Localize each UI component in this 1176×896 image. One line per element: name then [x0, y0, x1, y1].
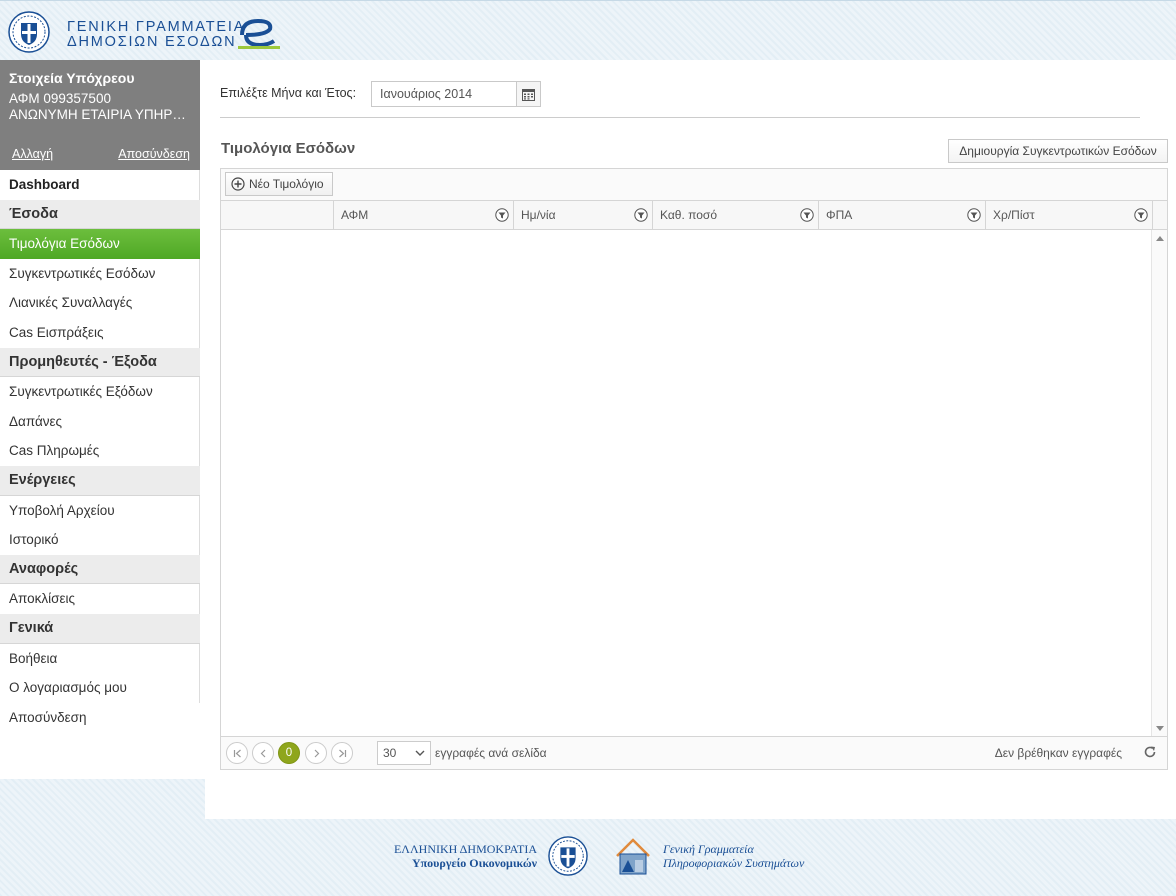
sidebar-item-income-invoices[interactable]: Τιμολόγια Εσόδων — [0, 229, 200, 259]
column-header-scroll-spacer — [1152, 201, 1167, 229]
main-content: Επιλέξτε Μήνα και Έτος: Τιμολόγια Εσόδων… — [200, 60, 1176, 779]
filter-icon[interactable] — [967, 208, 981, 222]
greek-emblem-icon — [548, 836, 588, 876]
last-page-icon — [338, 749, 346, 757]
sidebar-item-expenses[interactable]: Δαπάνες — [0, 406, 200, 437]
sidebar-item-logout[interactable]: Αποσύνδεση — [0, 702, 200, 733]
agency-title-line2: ΔΗΜΟΣΙΩΝ ΕΣΟΔΩΝ — [67, 34, 237, 50]
page-header: ΓΕΝΙΚΗ ΓΡΑΜΜΑΤΕΙΑ ΔΗΜΟΣΙΩΝ ΕΣΟΔΩΝ — [0, 0, 1176, 60]
chevron-down-icon — [415, 750, 425, 756]
filter-icon[interactable] — [1134, 208, 1148, 222]
grid-header: ΑΦΜ Ημ/νία Καθ. ποσό ΦΠΑ Χρ/Πίστ — [221, 201, 1167, 230]
gsis-logo-icon — [616, 838, 650, 875]
user-company-name: ΑΝΩΝΥΜΗ ΕΤΑΙΡΙΑ ΥΠΗΡΕΣΙΩΝ — [9, 107, 191, 122]
grid-body — [221, 230, 1167, 736]
add-circle-icon — [231, 177, 245, 191]
sidebar-item-cas-receipts[interactable]: Cas Εισπράξεις — [0, 317, 200, 348]
content-area-extension — [205, 779, 1176, 819]
month-year-input[interactable] — [372, 82, 516, 106]
scroll-down-icon[interactable] — [1156, 726, 1164, 731]
new-invoice-button[interactable]: Νέο Τιμολόγιο — [225, 172, 333, 196]
user-info-title: Στοιχεία Υπόχρεου — [9, 70, 135, 86]
page-footer: ΕΛΛΗΝΙΚΗ ΔΗΜΟΚΡΑΤΙΑ Υπουργείο Οικονομικώ… — [0, 819, 1176, 896]
first-page-icon — [233, 749, 241, 757]
period-label: Επιλέξτε Μήνα και Έτος: — [220, 86, 357, 100]
agency-title-line1: ΓΕΝΙΚΗ ΓΡΑΜΜΑΤΕΙΑ — [67, 19, 246, 35]
logout-link[interactable]: Αποσύνδεση — [118, 147, 190, 161]
column-header-date-label: Ημ/νία — [521, 208, 556, 222]
sidebar-item-dashboard[interactable]: Dashboard — [0, 170, 200, 200]
column-header-afm-label: ΑΦΜ — [341, 208, 369, 222]
calendar-icon[interactable] — [516, 82, 540, 106]
page-size-label: εγγραφές ανά σελίδα — [435, 746, 547, 760]
sidebar-item-cas-payments[interactable]: Cas Πληρωμές — [0, 436, 200, 466]
sidebar-section-reports: Αναφορές — [0, 554, 200, 585]
column-header-net-amount-label: Καθ. ποσό — [660, 208, 717, 222]
divider — [220, 117, 1140, 118]
column-header-select — [221, 201, 333, 229]
column-header-vat[interactable]: ΦΠΑ — [818, 201, 985, 229]
agency-title: ΓΕΝΙΚΗ ΓΡΑΜΜΑΤΕΙΑ ΔΗΜΟΣΙΩΝ ΕΣΟΔΩΝ — [67, 20, 245, 50]
previous-page-button[interactable] — [252, 742, 274, 764]
page-size-value: 30 — [383, 746, 397, 760]
page-size-select[interactable]: 30 — [377, 741, 431, 765]
new-invoice-label: Νέο Τιμολόγιο — [249, 177, 324, 191]
sidebar-item-help[interactable]: Βοήθεια — [0, 643, 200, 674]
footer-gsis-text: Γενική Γραμματεία Πληροφοριακών Συστημάτ… — [663, 842, 804, 870]
sidebar-section-general: Γενικά — [0, 613, 200, 644]
chevron-left-icon — [260, 749, 265, 757]
sidebar-item-file-submission[interactable]: Υποβολή Αρχείου — [0, 495, 200, 526]
sidebar-item-expense-summaries[interactable]: Συγκεντρωτικές Εξόδων — [0, 377, 200, 407]
grid-pager: 0 30 εγγραφές ανά σελίδα Δεν βρέθηκαν εγ… — [221, 736, 1167, 769]
footer-gsis-line2: Πληροφοριακών Συστημάτων — [663, 856, 805, 870]
e-service-logo-icon — [238, 18, 280, 49]
next-page-button[interactable] — [305, 742, 327, 764]
user-afm: ΑΦΜ 099357500 — [9, 91, 111, 106]
invoices-grid: Νέο Τιμολόγιο ΑΦΜ Ημ/νία Καθ. ποσό ΦΠΑ Χ… — [220, 168, 1168, 770]
column-header-vat-label: ΦΠΑ — [826, 208, 853, 222]
sidebar-section-actions: Ενέργειες — [0, 465, 200, 496]
month-year-picker — [371, 81, 541, 107]
filter-icon[interactable] — [800, 208, 814, 222]
refresh-icon[interactable] — [1143, 745, 1157, 759]
scroll-up-icon[interactable] — [1156, 236, 1164, 241]
greek-emblem-icon — [8, 11, 50, 53]
first-page-button[interactable] — [226, 742, 248, 764]
footer-ministry-text: ΕΛΛΗΝΙΚΗ ΔΗΜΟΚΡΑΤΙΑ Υπουργείο Οικονομικώ… — [380, 842, 537, 870]
footer-gsis-line1: Γενική Γραμματεία — [663, 842, 754, 856]
footer-ministry-label: Υπουργείο Οικονομικών — [411, 856, 537, 870]
pager-info: Δεν βρέθηκαν εγγραφές — [994, 746, 1122, 760]
sidebar-item-my-account[interactable]: Ο λογαριασμός μου — [0, 673, 200, 703]
sidebar: Στοιχεία Υπόχρεου ΑΦΜ 099357500 ΑΝΩΝΥΜΗ … — [0, 60, 200, 779]
sidebar-item-retail-transactions[interactable]: Λιανικές Συναλλαγές — [0, 288, 200, 318]
user-info-box: Στοιχεία Υπόχρεου ΑΦΜ 099357500 ΑΝΩΝΥΜΗ … — [0, 60, 200, 170]
filter-icon[interactable] — [634, 208, 648, 222]
grid-toolbar: Νέο Τιμολόγιο — [221, 169, 1167, 201]
column-header-debit-credit[interactable]: Χρ/Πίστ — [985, 201, 1152, 229]
sidebar-section-income: Έσοδα — [0, 199, 200, 230]
last-page-button[interactable] — [331, 742, 353, 764]
filter-icon[interactable] — [495, 208, 509, 222]
sidebar-item-income-summaries[interactable]: Συγκεντρωτικές Εσόδων — [0, 258, 200, 289]
section-title: Τιμολόγια Εσόδων — [221, 140, 356, 157]
current-page-button[interactable]: 0 — [278, 742, 300, 764]
sidebar-section-suppliers-expenses: Προμηθευτές - Έξοδα — [0, 347, 200, 378]
column-header-net-amount[interactable]: Καθ. ποσό — [652, 201, 818, 229]
chevron-right-icon — [314, 749, 319, 757]
column-header-debit-credit-label: Χρ/Πίστ — [993, 208, 1035, 222]
create-income-summaries-button[interactable]: Δημιουργία Συγκεντρωτικών Εσόδων — [948, 139, 1168, 163]
column-header-afm[interactable]: ΑΦΜ — [333, 201, 513, 229]
sidebar-item-history[interactable]: Ιστορικό — [0, 525, 200, 555]
vertical-scrollbar[interactable] — [1151, 230, 1167, 736]
sidebar-item-deviations[interactable]: Αποκλίσεις — [0, 584, 200, 614]
column-header-date[interactable]: Ημ/νία — [513, 201, 652, 229]
change-user-link[interactable]: Αλλαγή — [12, 147, 53, 161]
footer-republic-label: ΕΛΛΗΝΙΚΗ ΔΗΜΟΚΡΑΤΙΑ — [393, 842, 537, 856]
